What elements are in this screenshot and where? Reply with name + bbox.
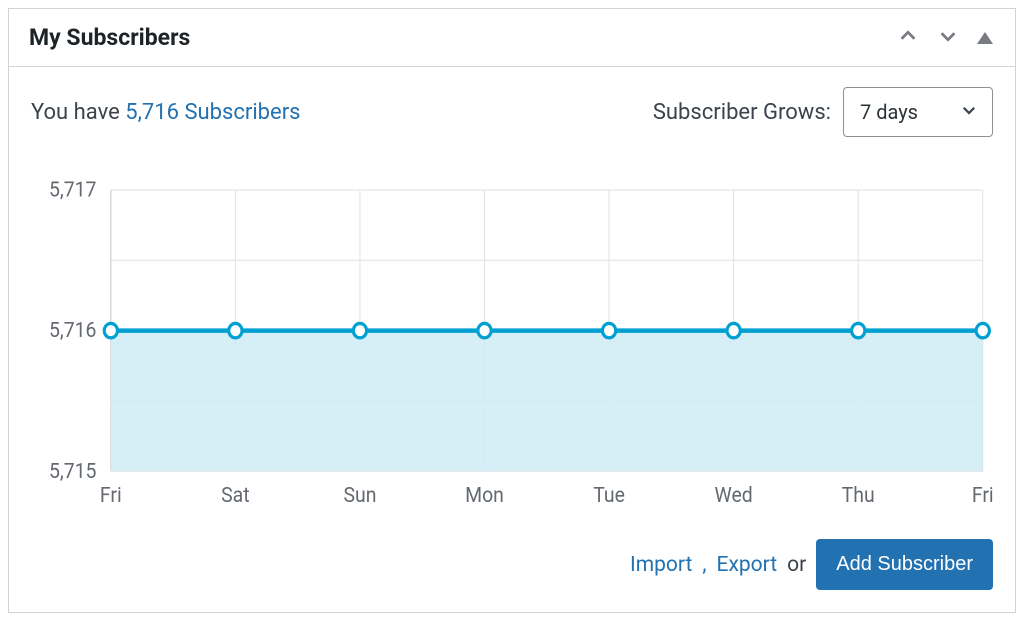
summary-row: You have 5,716 Subscribers Subscriber Gr…	[31, 87, 993, 137]
x-tick-label: Sat	[221, 482, 249, 507]
y-tick-label: 5,717	[49, 179, 97, 202]
grows-label: Subscriber Grows:	[653, 100, 831, 125]
panel-header: My Subscribers	[9, 9, 1015, 67]
data-point	[478, 323, 491, 337]
data-point	[976, 323, 989, 337]
data-point	[353, 323, 366, 337]
export-link[interactable]: Export	[717, 553, 778, 577]
x-tick-label: Thu	[842, 482, 875, 507]
panel-title: My Subscribers	[29, 24, 190, 51]
summary-prefix: You have	[31, 100, 125, 125]
x-tick-label: Fri	[972, 482, 993, 507]
x-tick-label: Sun	[343, 482, 376, 507]
summary-text: You have 5,716 Subscribers	[31, 100, 301, 125]
subscribers-panel: My Subscribers You have 5,716 Subscriber…	[8, 8, 1016, 613]
import-link[interactable]: Import	[630, 553, 692, 577]
triangle-up-icon	[977, 32, 993, 44]
x-tick-label: Mon	[465, 482, 504, 507]
collapse-toggle-button[interactable]	[975, 30, 995, 46]
x-tick-label: Tue	[593, 482, 625, 507]
move-down-button[interactable]	[935, 23, 961, 52]
subscribers-count-link[interactable]: 5,716 Subscribers	[125, 100, 300, 125]
grows-wrap: Subscriber Grows: 7 days	[653, 87, 993, 137]
footer-or: or	[787, 553, 806, 577]
chevron-down-icon	[960, 100, 978, 124]
chevron-down-icon	[937, 25, 959, 50]
add-subscriber-button[interactable]: Add Subscriber	[816, 539, 993, 590]
subscriber-growth-chart: 5,715 5,716 5,717 Fri Sat Sun Mon Tue Wed Thu Fri	[31, 179, 993, 511]
footer-separator: ,	[702, 553, 706, 577]
data-point	[104, 323, 117, 337]
data-point	[229, 323, 242, 337]
x-tick-label: Fri	[100, 482, 122, 507]
x-tick-label: Wed	[715, 482, 753, 507]
move-up-button[interactable]	[895, 23, 921, 52]
footer-row: Import, Export or Add Subscriber	[31, 539, 993, 590]
grows-range-value: 7 days	[860, 100, 918, 124]
y-tick-label: 5,716	[49, 318, 97, 343]
panel-header-controls	[895, 23, 995, 52]
chevron-up-icon	[897, 25, 919, 50]
grows-range-select[interactable]: 7 days	[843, 87, 993, 137]
panel-body: You have 5,716 Subscribers Subscriber Gr…	[9, 67, 1015, 612]
data-point	[852, 323, 865, 337]
data-point	[727, 323, 740, 337]
y-tick-label: 5,715	[49, 458, 97, 483]
data-point	[602, 323, 615, 337]
